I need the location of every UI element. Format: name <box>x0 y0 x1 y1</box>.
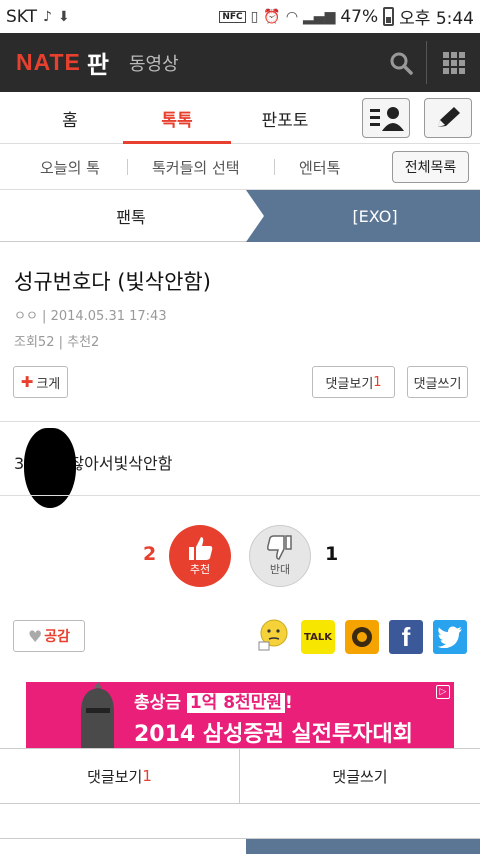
write-comment-button[interactable]: 댓글쓰기 <box>407 366 468 398</box>
view-comments-label: 댓글보기 <box>325 376 374 392</box>
subtab-today[interactable]: 오늘의 톡 <box>40 144 100 190</box>
knight-helmet-icon <box>81 682 114 748</box>
post-stats: 조회52 | 추천2 <box>14 335 100 350</box>
music-icon: ♪ <box>43 8 52 25</box>
pencil-icon <box>438 107 460 127</box>
thumbs-down-icon <box>267 535 292 560</box>
my-page-button[interactable] <box>362 98 410 138</box>
search-icon <box>390 52 413 75</box>
post-title: 성규번호다 (빛삭안함) <box>14 270 211 294</box>
nate-logo[interactable]: NATE <box>16 49 81 76</box>
wifi-icon: ◠ <box>285 8 299 25</box>
footer-strip <box>0 838 480 854</box>
share-emoji-button[interactable] <box>256 618 290 652</box>
subtab-divider <box>274 159 275 175</box>
sub-tabs: 오늘의 톡 톡커들의 선택 엔터톡 전체목록 <box>0 144 480 190</box>
upvote-button[interactable]: 추천 <box>169 525 231 587</box>
grid-menu-icon <box>442 51 465 74</box>
footer-category-tab <box>246 839 480 854</box>
carrier-label: SKT <box>6 6 38 27</box>
downvote-count: 1 <box>325 543 339 565</box>
plus-icon: ✚ <box>20 373 34 391</box>
downvote-label: 반대 <box>269 563 291 576</box>
post-author-date: ㅇㅇ | 2014.05.31 17:43 <box>14 309 167 324</box>
banner-suffix: ! <box>284 693 293 713</box>
ad-info-icon[interactable]: ▷ <box>436 685 450 699</box>
banner-prefix: 총상금 <box>134 693 187 713</box>
comments-count: 1 <box>373 374 382 390</box>
facebook-icon: f <box>401 621 411 652</box>
main-tabs: 홈 톡톡 판포토 <box>0 92 480 144</box>
tab-panphoto[interactable]: 판포토 <box>231 92 339 144</box>
category-bar: 팬톡 [EXO] <box>0 190 480 242</box>
tab-home[interactable]: 홈 <box>10 92 130 144</box>
kakaostory-icon <box>352 627 372 647</box>
bottom-view-comments-button[interactable]: 댓글보기 1 <box>0 749 239 803</box>
tab-toktok[interactable]: 톡톡 <box>123 92 231 144</box>
download-icon: ⬇ <box>57 8 70 25</box>
content-divider <box>0 421 480 422</box>
kakaotalk-share-button[interactable]: TALK <box>301 620 335 654</box>
app-header: NATE 판 동영상 <box>0 33 480 92</box>
bottom-write-comment-button[interactable]: 댓글쓰기 <box>240 749 480 803</box>
content-divider <box>0 495 480 496</box>
upvote-label: 추천 <box>189 563 211 576</box>
thinking-emoji-icon <box>258 619 288 651</box>
battery-icon <box>383 7 395 26</box>
empathy-button[interactable]: ♥ 공감 <box>13 620 85 652</box>
facebook-share-button[interactable]: f <box>389 620 423 654</box>
subtab-talkers-choice[interactable]: 톡커들의 선택 <box>152 144 240 190</box>
menu-button[interactable] <box>427 33 480 92</box>
subtab-enter[interactable]: 엔터톡 <box>299 144 340 190</box>
write-button[interactable] <box>424 98 472 138</box>
ad-banner[interactable]: 총상금 1억 8천만원! 2014 삼성증권 실전투자대회 ▷ <box>26 682 454 748</box>
banner-subheadline: 2014 삼성증권 실전투자대회 <box>134 722 413 747</box>
status-bar: SKT ♪ ⬇ NFC ▯ ⏰ ◠ ▂▄▆ 47% 오후 5:44 <box>0 0 480 33</box>
enlarge-button[interactable]: ✚ 크게 <box>13 366 68 398</box>
kakaostory-share-button[interactable] <box>345 620 379 654</box>
redaction-mark <box>24 428 76 508</box>
twitter-share-button[interactable] <box>433 620 467 654</box>
vibrate-icon: ▯ <box>250 8 259 25</box>
nfc-icon: NFC <box>219 10 246 23</box>
signal-icon: ▂▄▆ <box>303 8 336 25</box>
downvote-button[interactable]: 반대 <box>249 525 311 587</box>
heart-icon: ♥ <box>27 626 43 646</box>
all-list-button[interactable]: 전체목록 <box>392 151 469 183</box>
view-comments-button[interactable]: 댓글보기 1 <box>312 366 395 398</box>
battery-percent: 47% <box>340 6 379 27</box>
subtab-divider <box>127 159 128 175</box>
video-link[interactable]: 동영상 <box>129 50 179 76</box>
clock: 오후 5:44 <box>399 9 474 29</box>
banner-highlight: 1억 8천만원 <box>186 693 285 713</box>
twitter-icon <box>437 626 462 648</box>
search-button[interactable] <box>376 33 426 92</box>
category-fantalk[interactable]: 팬톡 <box>0 190 262 242</box>
pan-logo[interactable]: 판 <box>87 45 109 80</box>
bottom-comments-count: 1 <box>142 767 152 785</box>
bottom-view-comments-label: 댓글보기 <box>87 767 143 786</box>
user-list-icon <box>370 107 404 131</box>
category-exo[interactable]: [EXO] <box>246 190 480 242</box>
enlarge-label: 크게 <box>36 376 61 392</box>
kakaotalk-icon: TALK <box>304 631 332 643</box>
alarm-icon: ⏰ <box>263 8 281 25</box>
bottom-comment-bar: 댓글보기 1 댓글쓰기 <box>0 748 480 804</box>
thumbs-up-icon <box>189 537 213 560</box>
empathy-label: 공감 <box>44 629 71 645</box>
banner-headline: 총상금 1억 8천만원! <box>134 688 293 713</box>
upvote-count: 2 <box>143 543 157 565</box>
